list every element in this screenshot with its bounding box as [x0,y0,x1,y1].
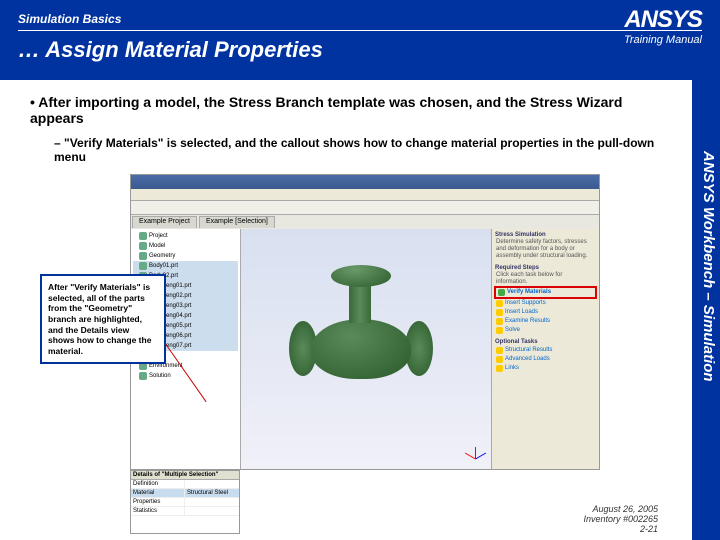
wizard-step-link[interactable]: Links [494,364,597,373]
step-icon [496,327,503,334]
divider [18,30,702,31]
tree-item-label: Project [149,233,168,239]
details-row: Properties [131,498,239,507]
slide-footer: August 26, 2005 Inventory #002265 2-21 [583,504,658,534]
window-tabs: Example Project Example [Selection] [131,215,599,229]
step-icon [496,318,503,325]
details-key: Definition [131,480,185,488]
wizard-step-label: Structural Results [505,347,552,353]
details-value [185,507,239,515]
logo-subtitle: Training Manual [624,34,702,46]
details-key: Properties [131,498,185,506]
tree-item[interactable]: Geometry [133,251,238,261]
tree-item[interactable]: Body01.prt [133,261,238,271]
part-icon [139,262,147,270]
part-icon [139,372,147,380]
footer-date: August 26, 2005 [583,504,658,514]
callout-box: After "Verify Materials" is selected, al… [40,274,166,364]
wizard-step-label: Verify Materials [507,289,551,295]
tab-selection[interactable]: Example [Selection] [199,216,275,228]
workbench-window: Example Project Example [Selection] Proj… [130,174,600,470]
window-titlebar [131,175,599,189]
bullet-level2: "Verify Materials" is selected, and the … [54,136,676,164]
valve-model [281,259,451,399]
details-value [185,480,239,488]
wizard-step-label: Advanced Loads [505,356,550,362]
step-icon [496,347,503,354]
wizard-step-label: Insert Loads [505,309,538,315]
details-row[interactable]: MaterialStructural Steel [131,489,239,498]
part-icon [139,232,147,240]
step-icon [496,365,503,372]
graphics-viewport[interactable] [241,229,491,469]
step-icon [496,300,503,307]
wizard-panel: Stress Simulation Determine safety facto… [491,229,599,469]
wizard-step-link[interactable]: Advanced Loads [494,355,597,364]
tree-item[interactable]: Project [133,231,238,241]
step-icon [496,356,503,363]
wizard-step-link[interactable]: Solve [494,326,597,335]
bullet-level1: After importing a model, the Stress Bran… [30,94,676,126]
part-icon [139,252,147,260]
required-steps-label: Required Steps [494,264,597,272]
wizard-step-label: Insert Supports [505,300,546,306]
wizard-step-link[interactable]: Insert Loads [494,308,597,317]
tree-item-label: Model [149,243,165,249]
page-title: … Assign Material Properties [18,37,323,63]
footer-page: 2-21 [583,524,658,534]
part-icon [139,242,147,250]
wizard-step-label: Solve [505,327,520,333]
details-key: Material [131,489,185,497]
tree-item-label: Geometry [149,253,175,259]
details-value [185,498,239,506]
verify-materials-link[interactable]: Verify Materials [494,286,597,299]
optional-tasks-label: Optional Tasks [494,338,597,346]
step-icon [498,289,505,296]
ansys-logo: ANSYS [624,6,702,34]
footer-inventory: Inventory #002265 [583,514,658,524]
wizard-header: Stress Simulation [494,231,597,239]
wizard-step-label: Links [505,365,519,371]
tree-item-label: Body01.prt [149,263,178,269]
axis-triad-icon [465,443,485,463]
tree-item-label: Solution [149,373,171,379]
details-title: Details of "Multiple Selection" [131,471,239,480]
vertical-banner: ANSYS Workbench – Simulation [697,86,717,446]
wizard-step-label: Examine Results [505,318,550,324]
tab-project[interactable]: Example Project [132,216,197,228]
required-steps-instr: Click each task below for information. [494,272,597,286]
window-toolbar[interactable] [131,201,599,215]
wizard-step-link[interactable]: Structural Results [494,346,597,355]
tree-item[interactable]: Model [133,241,238,251]
course-title: Simulation Basics [18,12,702,26]
details-row: Statistics [131,507,239,516]
details-panel: Details of "Multiple Selection" Definiti… [130,470,240,534]
wizard-intro: Determine safety factors, stresses and d… [494,239,597,261]
step-icon [496,309,503,316]
wizard-step-link[interactable]: Insert Supports [494,299,597,308]
window-menubar[interactable] [131,189,599,201]
details-value[interactable]: Structural Steel [185,489,239,497]
wizard-step-link[interactable]: Examine Results [494,317,597,326]
details-key: Statistics [131,507,185,515]
details-row: Definition [131,480,239,489]
